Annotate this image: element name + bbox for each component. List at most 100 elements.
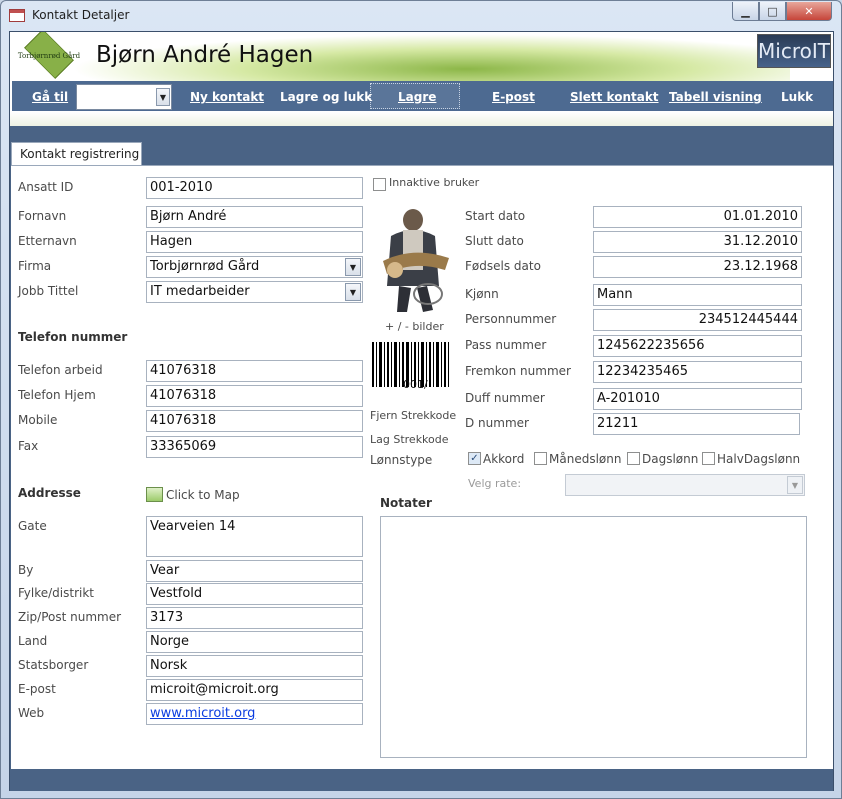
d-nummer-field[interactable]: 21211 [593, 413, 800, 435]
jobb-tittel-value: IT medarbeider [150, 284, 250, 299]
manedslonn-label: Månedslønn [549, 452, 622, 466]
telefon-arbeid-label: Telefon arbeid [18, 363, 103, 377]
web-link[interactable]: www.microit.org [146, 703, 363, 725]
chevron-down-icon[interactable]: ▼ [787, 476, 803, 494]
kjonn-label: Kjønn [465, 287, 499, 301]
ansatt-id-field[interactable]: 001-2010 [146, 177, 363, 199]
tab-kontakt-registrering[interactable]: Kontakt registrering [11, 142, 142, 166]
dagslonn-label: Dagslønn [642, 452, 699, 466]
velg-rate-label: Velg rate: [468, 477, 522, 490]
map-icon[interactable] [146, 487, 163, 502]
fodsels-dato-field[interactable]: 23.12.1968 [593, 256, 802, 278]
chevron-down-icon[interactable]: ▼ [345, 283, 361, 301]
start-dato-field[interactable]: 01.01.2010 [593, 206, 802, 228]
close-form-button[interactable]: Lukk [781, 90, 813, 104]
slutt-dato-field[interactable]: 31.12.2010 [593, 231, 802, 253]
manedslonn-checkbox[interactable] [534, 452, 547, 465]
firma-label: Firma [18, 259, 52, 273]
slutt-dato-label: Slutt dato [465, 234, 524, 248]
firma-select[interactable]: Torbjørnrød Gård ▼ [146, 256, 363, 278]
notater-field[interactable] [380, 516, 807, 758]
telefon-hjem-field[interactable]: 41076318 [146, 385, 363, 407]
minimize-button[interactable]: ▁ [732, 2, 759, 21]
by-field[interactable]: Vear [146, 560, 363, 582]
header-strip [10, 112, 833, 126]
ansatt-id-label: Ansatt ID [18, 180, 74, 194]
maximize-button[interactable]: □ [759, 2, 786, 21]
nav-bar: Gå til ▼ Ny kontakt Lagre og lukk Lagre … [12, 81, 833, 111]
etternavn-label: Etternavn [18, 234, 77, 248]
form-footer [10, 770, 833, 791]
telefon-arbeid-field[interactable]: 41076318 [146, 360, 363, 382]
gate-field[interactable]: Vearveien 14 [146, 516, 363, 557]
chevron-down-icon[interactable]: ▼ [345, 258, 361, 276]
jobb-tittel-label: Jobb Tittel [18, 284, 79, 298]
inaktive-checkbox[interactable] [373, 178, 386, 191]
personnummer-field[interactable]: 234512445444 [593, 309, 802, 331]
start-dato-label: Start dato [465, 209, 526, 223]
firma-value: Torbjørnrød Gård [150, 259, 260, 274]
form-client: Torbjørnrød Gård Bjørn André Hagen Micro… [9, 31, 834, 791]
mobile-label: Mobile [18, 413, 58, 427]
fornavn-field[interactable]: Bjørn André [146, 206, 363, 228]
email-button[interactable]: E-post [492, 90, 535, 104]
telefon-header: Telefon nummer [18, 330, 128, 344]
table-view-button[interactable]: Tabell visning [669, 90, 762, 104]
fax-label: Fax [18, 439, 39, 453]
kjonn-field[interactable]: Mann [593, 284, 802, 306]
barcode-text: 001/ [403, 378, 428, 391]
web-label: Web [18, 706, 45, 720]
fodsels-dato-label: Fødsels dato [465, 259, 541, 273]
pass-nummer-label: Pass nummer [465, 338, 547, 352]
halvdagslonn-checkbox[interactable] [702, 452, 715, 465]
dagslonn-checkbox[interactable] [627, 452, 640, 465]
fylke-field[interactable]: Vestfold [146, 583, 363, 605]
close-button[interactable]: ✕ [786, 2, 832, 21]
fylke-label: Fylke/distrikt [18, 586, 95, 600]
goto-label: Gå til [32, 90, 69, 104]
goto-combo[interactable]: ▼ [76, 84, 172, 110]
adresse-header: Addresse [18, 486, 81, 500]
epost-field[interactable]: microit@microit.org [146, 679, 363, 701]
epost-label: E-post [18, 682, 56, 696]
save-and-close-button[interactable]: Lagre og lukk [280, 90, 372, 104]
d-nummer-label: D nummer [465, 416, 529, 430]
by-label: By [18, 563, 34, 577]
delete-contact-button[interactable]: Slett kontakt [570, 90, 659, 104]
window: Kontakt Detaljer ▁ □ ✕ Torbjørnrød Gård … [0, 0, 842, 799]
fremkon-nummer-field[interactable]: 12234235465 [593, 361, 802, 383]
telefon-hjem-label: Telefon Hjem [18, 388, 96, 402]
jobb-tittel-select[interactable]: IT medarbeider ▼ [146, 281, 363, 303]
form-header: Torbjørnrød Gård Bjørn André Hagen Micro… [10, 32, 833, 126]
logo-text: Torbjørnrød Gård [17, 52, 81, 60]
statsborger-field[interactable]: Norsk [146, 655, 363, 677]
lonnstype-label: Lønnstype [370, 453, 433, 467]
fornavn-label: Fornavn [18, 209, 67, 223]
mobile-field[interactable]: 41076318 [146, 410, 363, 432]
contact-name-title: Bjørn André Hagen [96, 42, 314, 68]
save-button[interactable]: Lagre [398, 90, 436, 104]
photo-add-remove-link[interactable]: + / - bilder [385, 320, 444, 333]
fax-field[interactable]: 33365069 [146, 436, 363, 458]
brand-logo: MicroIT [757, 34, 831, 68]
pass-nummer-field[interactable]: 1245622235656 [593, 335, 802, 357]
duff-nummer-field[interactable]: A-201010 [593, 388, 802, 410]
inaktive-label: Innaktive bruker [389, 176, 480, 189]
window-title: Kontakt Detaljer [32, 8, 130, 22]
remove-barcode-link[interactable]: Fjern Strekkode [370, 409, 456, 422]
chevron-down-icon[interactable]: ▼ [156, 88, 170, 106]
zip-field[interactable]: 3173 [146, 607, 363, 629]
akkord-checkbox[interactable]: ✓ [468, 452, 481, 465]
create-barcode-link[interactable]: Lag Strekkode [370, 433, 449, 446]
new-contact-button[interactable]: Ny kontakt [190, 90, 264, 104]
etternavn-field[interactable]: Hagen [146, 231, 363, 253]
form-icon [9, 9, 25, 22]
personnummer-label: Personnummer [465, 312, 557, 326]
click-to-map-link[interactable]: Click to Map [166, 488, 240, 502]
fremkon-nummer-label: Fremkon nummer [465, 364, 571, 378]
velg-rate-select[interactable]: ▼ [565, 474, 805, 496]
zip-label: Zip/Post nummer [18, 610, 122, 624]
halvdagslonn-label: HalvDagslønn [717, 452, 801, 466]
land-field[interactable]: Norge [146, 631, 363, 653]
contact-photo[interactable] [373, 206, 453, 316]
